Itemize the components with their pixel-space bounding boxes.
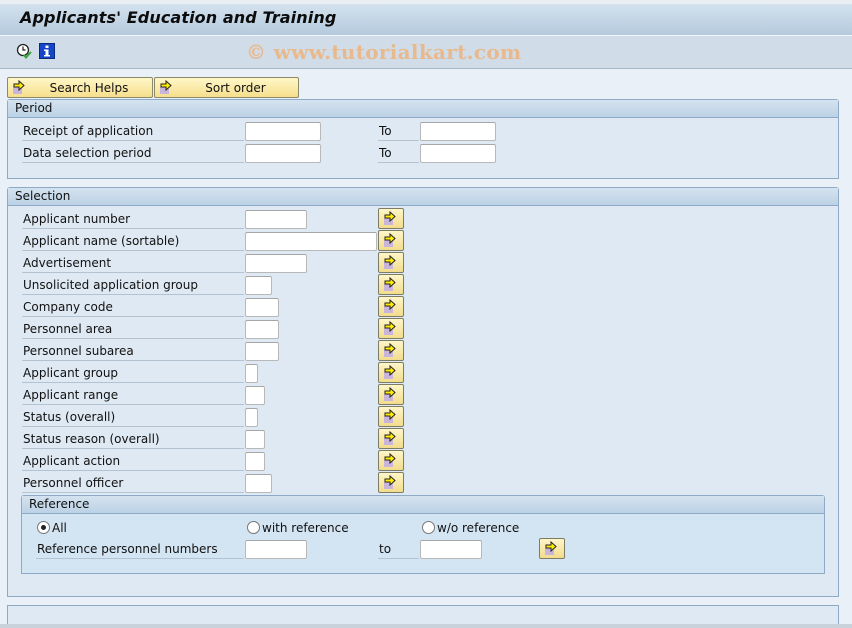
arrow-right-icon [384, 364, 396, 379]
arrow-right-icon [159, 79, 175, 95]
radio-without-reference[interactable] [422, 521, 435, 534]
data-selection-period-from-input[interactable] [245, 144, 321, 163]
period-panel-title: Period [8, 100, 838, 118]
reference-multiple-selection-button[interactable] [539, 538, 565, 559]
applicant-action-input[interactable] [245, 452, 265, 471]
reference-personnel-numbers-label: Reference personnel numbers [36, 539, 244, 559]
radio-all-label: All [52, 521, 67, 535]
radio-with-reference-label: with reference [262, 521, 349, 535]
data-selection-period-to-input[interactable] [420, 144, 496, 163]
applicant-range-label: Applicant range [22, 385, 244, 405]
sort-order-label: Sort order [205, 80, 266, 95]
radio-all[interactable] [37, 521, 50, 534]
arrow-right-icon [384, 210, 396, 225]
applicant-group-label: Applicant group [22, 363, 244, 383]
reference-panel: Reference [21, 495, 825, 574]
status-overall-multiple-selection-button[interactable] [378, 406, 404, 427]
arrow-right-icon [384, 342, 396, 357]
title-bar: Applicants' Education and Training [0, 0, 852, 36]
search-helps-button[interactable]: Search Helps [7, 77, 153, 98]
applicant-name-sortable-input[interactable] [245, 232, 377, 251]
watermark: © www.tutorialkart.com [246, 40, 522, 64]
status-bar [0, 624, 852, 628]
applicant-number-multiple-selection-button[interactable] [378, 208, 404, 229]
page-title: Applicants' Education and Training [20, 8, 337, 27]
applicant-number-label: Applicant number [22, 209, 244, 229]
personnel-subarea-label: Personnel subarea [22, 341, 244, 361]
reference-personnel-numbers-from-input[interactable] [245, 540, 307, 559]
applicant-name-sortable-multiple-selection-button[interactable] [378, 230, 404, 251]
unsolicited-application-group-label: Unsolicited application group [22, 275, 244, 295]
applicant-action-multiple-selection-button[interactable] [378, 450, 404, 471]
company-code-multiple-selection-button[interactable] [378, 296, 404, 317]
applicant-number-input[interactable] [245, 210, 307, 229]
arrow-right-icon [384, 298, 396, 313]
arrow-right-icon [384, 408, 396, 423]
arrow-right-icon [545, 540, 557, 555]
advertisement-input[interactable] [245, 254, 307, 273]
info-icon[interactable] [39, 43, 55, 59]
execute-clock-icon[interactable] [16, 43, 32, 60]
company-code-input[interactable] [245, 298, 279, 317]
personnel-officer-label: Personnel officer [22, 473, 244, 493]
selection-panel-title: Selection [8, 188, 838, 206]
applicant-name-sortable-label: Applicant name (sortable) [22, 231, 244, 251]
status-reason-overall-label: Status reason (overall) [22, 429, 244, 449]
unsolicited-application-group-input[interactable] [245, 276, 272, 295]
receipt-of-application-from-input[interactable] [245, 122, 321, 141]
reference-personnel-numbers-to-label: to [378, 539, 419, 559]
unsolicited-application-group-multiple-selection-button[interactable] [378, 274, 404, 295]
applicant-range-input[interactable] [245, 386, 265, 405]
arrow-right-icon [384, 430, 396, 445]
personnel-officer-multiple-selection-button[interactable] [378, 472, 404, 493]
advertisement-label: Advertisement [22, 253, 244, 273]
data-selection-period-label: Data selection period [22, 143, 244, 163]
personnel-area-input[interactable] [245, 320, 279, 339]
arrow-right-icon [384, 254, 396, 269]
applicant-group-multiple-selection-button[interactable] [378, 362, 404, 383]
advertisement-multiple-selection-button[interactable] [378, 252, 404, 273]
receipt-of-application-to-label: To [378, 121, 419, 141]
application-toolbar: © www.tutorialkart.com [0, 36, 852, 69]
personnel-subarea-input[interactable] [245, 342, 279, 361]
arrow-right-icon [384, 276, 396, 291]
search-helps-label: Search Helps [49, 80, 129, 95]
personnel-subarea-multiple-selection-button[interactable] [378, 340, 404, 361]
sort-order-button[interactable]: Sort order [154, 77, 299, 98]
applicant-action-label: Applicant action [22, 451, 244, 471]
radio-with-reference[interactable] [247, 521, 260, 534]
status-reason-overall-input[interactable] [245, 430, 265, 449]
arrow-right-icon [384, 474, 396, 489]
arrow-right-icon [384, 386, 396, 401]
personnel-area-label: Personnel area [22, 319, 244, 339]
company-code-label: Company code [22, 297, 244, 317]
radio-without-reference-label: w/o reference [437, 521, 520, 535]
status-reason-overall-multiple-selection-button[interactable] [378, 428, 404, 449]
applicant-group-input[interactable] [245, 364, 258, 383]
applicant-range-multiple-selection-button[interactable] [378, 384, 404, 405]
receipt-of-application-to-input[interactable] [420, 122, 496, 141]
personnel-area-multiple-selection-button[interactable] [378, 318, 404, 339]
data-selection-period-to-label: To [378, 143, 419, 163]
status-overall-input[interactable] [245, 408, 258, 427]
arrow-right-icon [384, 452, 396, 467]
arrow-right-icon [384, 320, 396, 335]
personnel-officer-input[interactable] [245, 474, 272, 493]
status-overall-label: Status (overall) [22, 407, 244, 427]
reference-panel-title: Reference [22, 496, 824, 514]
reference-personnel-numbers-to-input[interactable] [420, 540, 482, 559]
receipt-of-application-label: Receipt of application [22, 121, 244, 141]
arrow-right-icon [384, 232, 396, 247]
arrow-right-icon [12, 79, 28, 95]
